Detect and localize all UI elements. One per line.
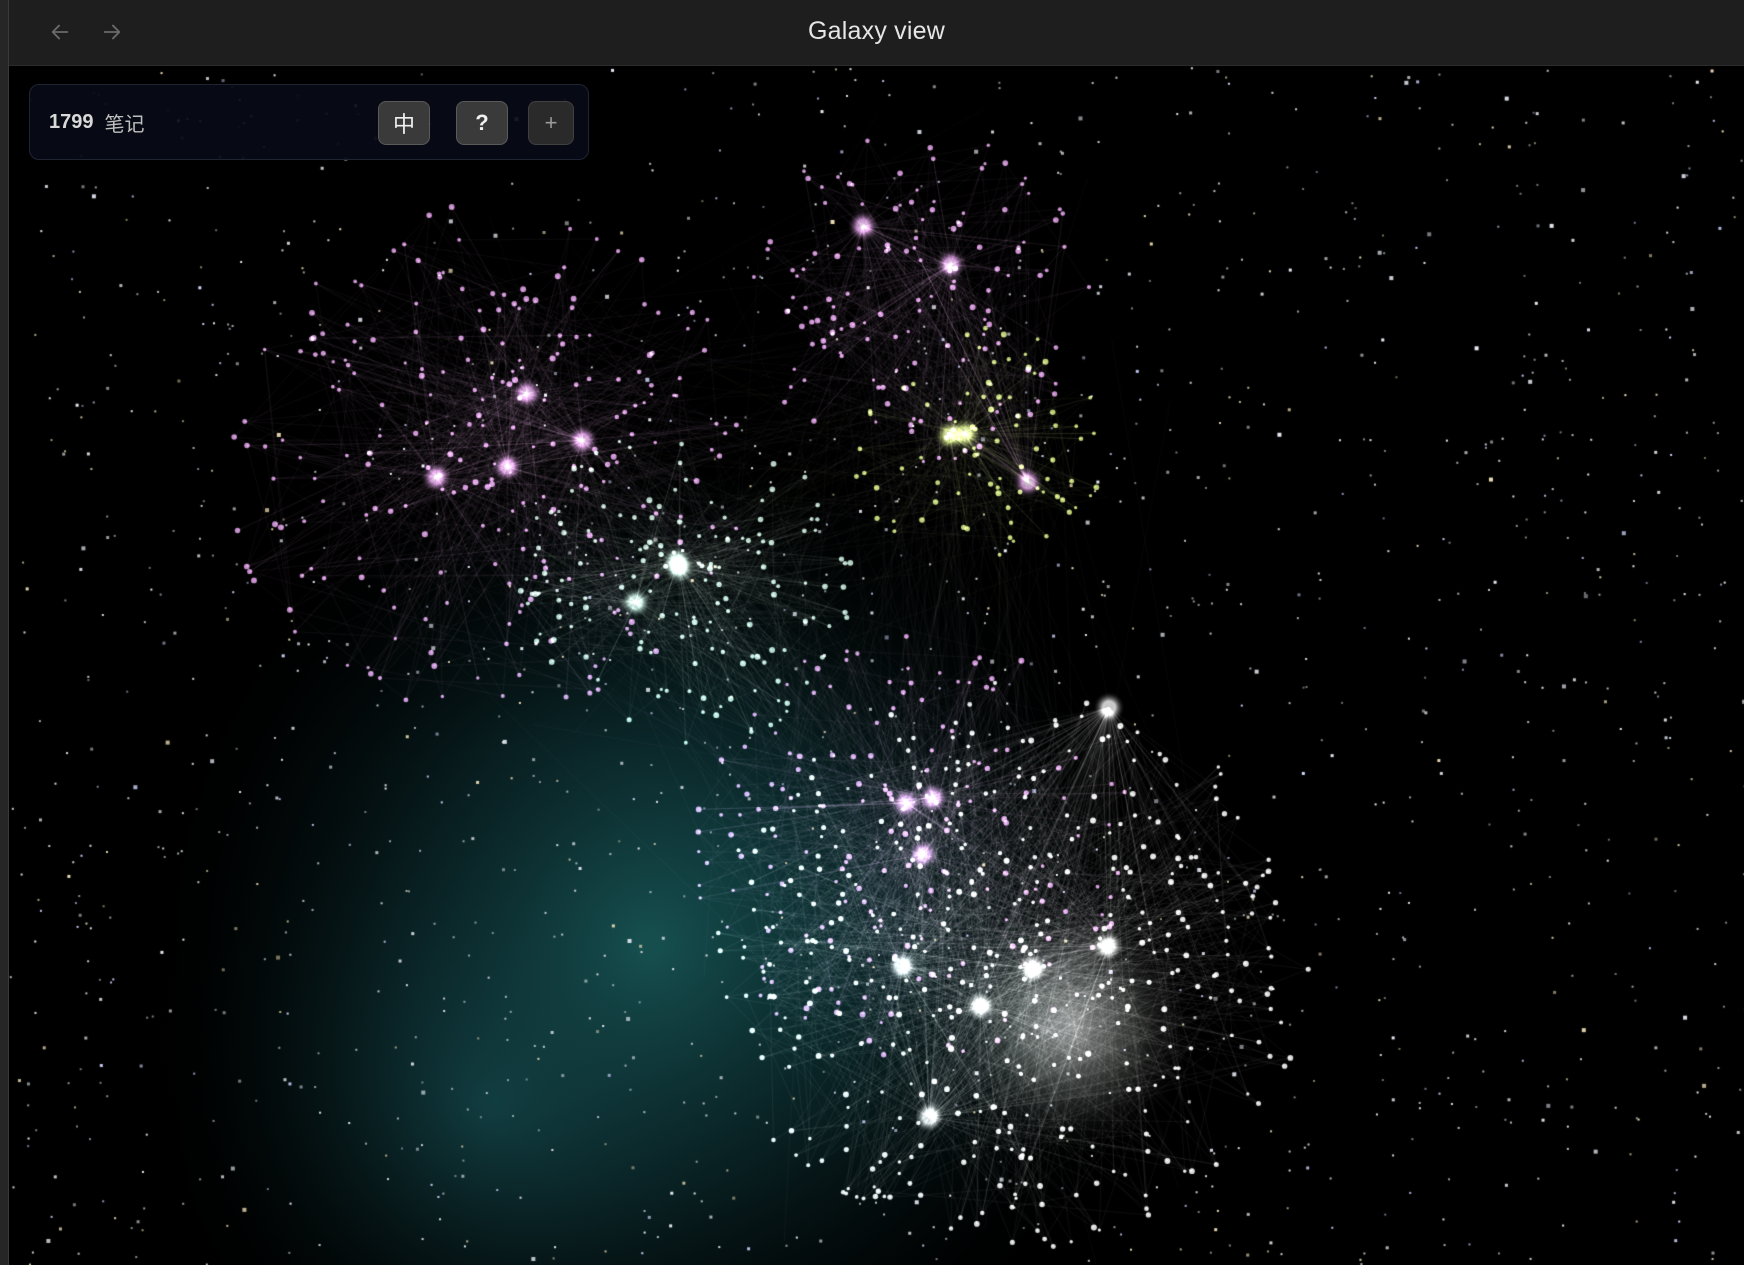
galaxy-canvas[interactable] — [9, 66, 1744, 1265]
galaxy-graph[interactable] — [9, 66, 1744, 1265]
help-button[interactable]: ? — [456, 101, 508, 145]
control-panel: 1799 笔记 中 ? + — [29, 84, 589, 160]
note-count: 1799 笔记 — [49, 109, 145, 136]
view-title: Galaxy view — [808, 16, 945, 45]
titlebar: Galaxy view — [9, 0, 1744, 66]
sidebar-edge[interactable] — [0, 0, 9, 1265]
note-count-label: 笔记 — [104, 113, 145, 136]
language-toggle-button[interactable]: 中 — [378, 101, 430, 145]
galaxy-app: Galaxy view 1799 笔记 中 ? + — [0, 0, 1744, 1265]
note-count-value: 1799 — [49, 110, 94, 133]
add-button[interactable]: + — [528, 101, 574, 145]
